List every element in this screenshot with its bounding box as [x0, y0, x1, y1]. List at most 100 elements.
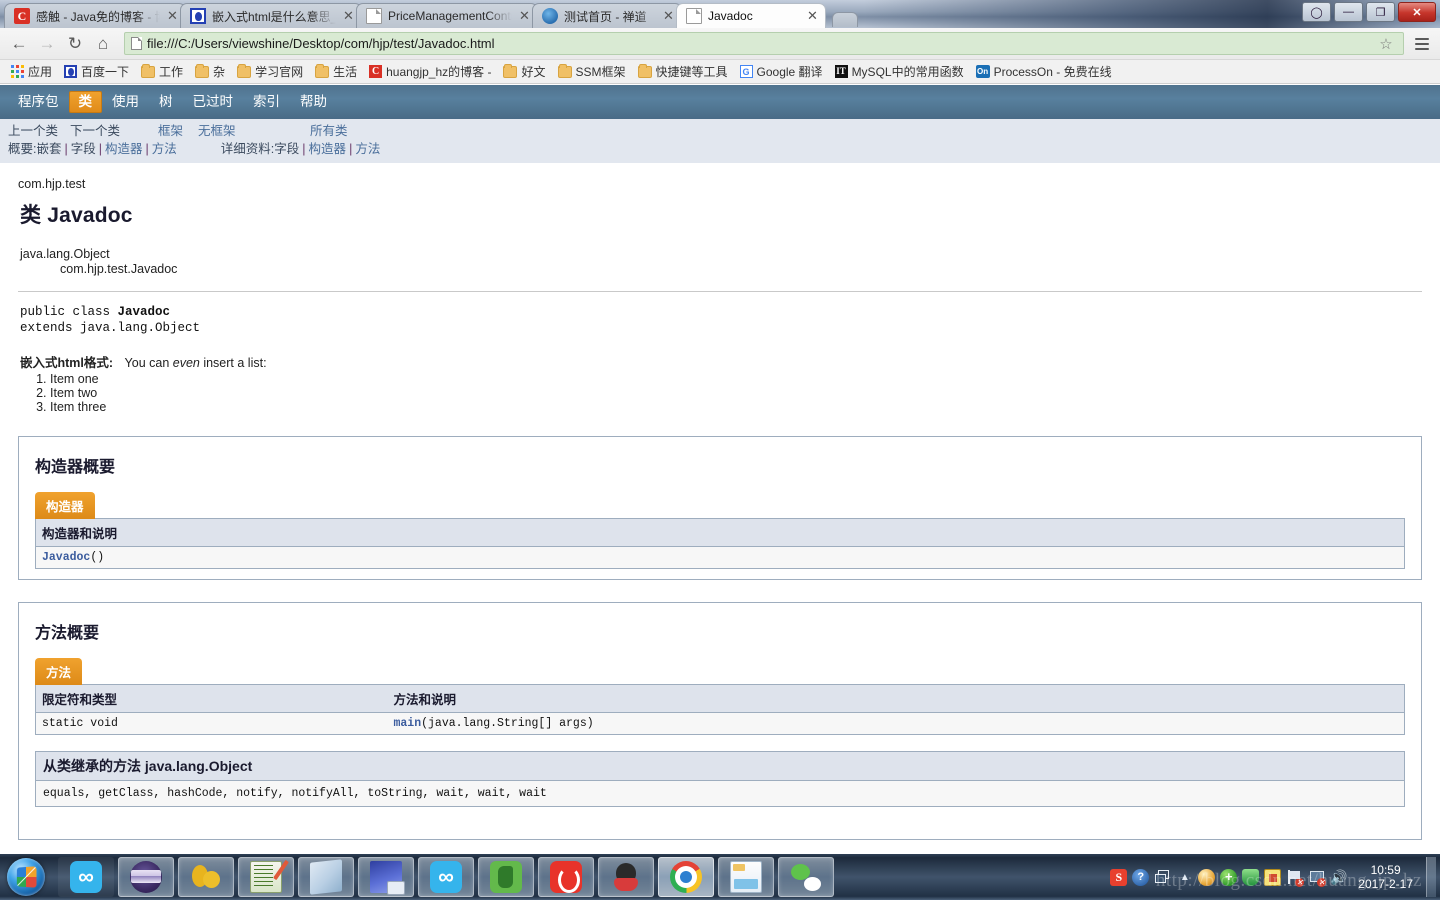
network-icon[interactable]: ✕: [1308, 869, 1327, 887]
flag-action-center-icon[interactable]: ✕: [1286, 869, 1305, 887]
new-tab-button[interactable]: [832, 12, 858, 27]
nav-item-deprecated[interactable]: 已过时: [183, 91, 244, 113]
bookmark-label: SSM框架: [575, 65, 626, 79]
bookmark-baidu[interactable]: 百度一下: [59, 61, 134, 82]
shield-icon[interactable]: [1242, 868, 1260, 886]
taskbar-item-remote-desktop[interactable]: [358, 857, 414, 897]
tab-close-icon[interactable]: ✕: [662, 9, 675, 23]
bookmark-google-translate[interactable]: G Google 翻译: [735, 61, 828, 82]
maximize-button[interactable]: ❐: [1366, 2, 1395, 22]
oracle-icon: [190, 861, 222, 893]
browser-tab-1[interactable]: C 感触 - Java免的博客 - 博 ✕: [4, 3, 186, 28]
reload-icon[interactable]: ↻: [62, 31, 88, 57]
summary-method-link[interactable]: 方法: [152, 140, 177, 158]
declaration-prefix: public class: [20, 305, 118, 319]
chrome-menu-icon[interactable]: [1412, 33, 1432, 55]
table-header-row: 限定符和类型 方法和说明: [35, 684, 1405, 713]
window-switch-icon[interactable]: [1154, 869, 1171, 886]
back-icon[interactable]: ←: [6, 31, 32, 57]
taskbar-item-evernote[interactable]: [478, 857, 534, 897]
method-link[interactable]: main: [394, 717, 422, 730]
volume-icon[interactable]: 🔊: [1330, 869, 1347, 886]
summary-constructor-link[interactable]: 构造器: [105, 140, 143, 158]
list-item: Item two: [50, 386, 1422, 400]
home-icon[interactable]: ⌂: [90, 31, 116, 57]
browser-tab-5-active[interactable]: Javadoc ✕: [676, 3, 826, 28]
browser-tab-2[interactable]: 嵌入式html是什么意思_百 ✕: [180, 3, 362, 28]
apps-grid-icon: [11, 65, 24, 78]
bookmark-mysql[interactable]: IT MySQL中的常用函数: [830, 61, 969, 82]
taskbar-item-baidu-netdisk[interactable]: [58, 857, 114, 897]
taskbar-item-qq[interactable]: [598, 857, 654, 897]
help-icon[interactable]: ?: [1132, 868, 1150, 886]
bookmark-folder-articles[interactable]: 好文: [498, 61, 550, 82]
bookmark-folder-life[interactable]: 生活: [310, 61, 362, 82]
bookmark-processon[interactable]: On ProcessOn - 免费在线: [971, 61, 1117, 82]
taskbar-item-oracle-vm[interactable]: [178, 857, 234, 897]
bookmark-folder-misc[interactable]: 杂: [190, 61, 230, 82]
address-bar[interactable]: file:///C:/Users/viewshine/Desktop/com/h…: [124, 32, 1404, 55]
detail-constructor-link[interactable]: 构造器: [309, 140, 347, 158]
tab-close-icon[interactable]: ✕: [166, 9, 179, 23]
cloud-icon: [70, 861, 102, 893]
no-frames-link[interactable]: 无框架: [198, 122, 310, 140]
show-desktop-button[interactable]: [1426, 857, 1436, 897]
nav-item-packages[interactable]: 程序包: [8, 91, 69, 113]
minimize-button[interactable]: —: [1334, 2, 1363, 22]
forward-icon[interactable]: →: [34, 31, 60, 57]
bookmark-csdn-blog[interactable]: C huangjp_hz的博客 -: [364, 61, 496, 82]
close-window-button[interactable]: ✕: [1398, 2, 1436, 22]
taskbar-item-wechat[interactable]: [778, 857, 834, 897]
taskbar-item-notebook[interactable]: [298, 857, 354, 897]
tab-method[interactable]: 方法: [35, 658, 83, 685]
bookmark-apps[interactable]: 应用: [6, 61, 57, 82]
subnav-row-links: 上一个类 下一个类 框架 无框架 所有类: [8, 122, 1432, 140]
separator: |: [302, 142, 306, 156]
taskbar-item-editor[interactable]: [238, 857, 294, 897]
taskbar-item-netease-music[interactable]: [538, 857, 594, 897]
bookmark-folder-ssm[interactable]: SSM框架: [553, 61, 631, 82]
all-classes-link[interactable]: 所有类: [310, 122, 348, 140]
nav-item-index[interactable]: 索引: [243, 91, 290, 113]
baidu-icon: [190, 8, 206, 24]
tab-close-icon[interactable]: ✕: [342, 9, 355, 23]
taskbar-item-chrome[interactable]: [658, 857, 714, 897]
tab-close-icon[interactable]: ✕: [806, 9, 819, 23]
taskbar-item-baidu-cloud[interactable]: [418, 857, 474, 897]
start-button[interactable]: [2, 855, 50, 899]
prev-class-link[interactable]: 上一个类: [8, 122, 70, 140]
detail-method-link[interactable]: 方法: [355, 140, 380, 158]
address-bar-url: file:///C:/Users/viewshine/Desktop/com/h…: [147, 36, 495, 51]
sogou-input-icon[interactable]: S: [1110, 868, 1128, 886]
browser-tab-4[interactable]: 测试首页 - 禅道 ✕: [532, 3, 682, 28]
tray-expand-icon[interactable]: ▲: [1176, 869, 1193, 886]
bookmark-folder-shortcuts[interactable]: 快捷键等工具: [633, 61, 733, 82]
bookmark-star-icon[interactable]: ☆: [1375, 33, 1397, 55]
constructor-link[interactable]: Javadoc: [42, 551, 90, 564]
frames-link[interactable]: 框架: [158, 122, 198, 140]
taskbar-clock[interactable]: 10:59 2017-2-17: [1352, 863, 1421, 891]
lock-icon[interactable]: [1264, 868, 1282, 886]
page-info-icon[interactable]: [131, 37, 142, 50]
wechat-icon: [790, 861, 822, 893]
update-icon[interactable]: +: [1220, 868, 1238, 886]
bookmark-folder-work[interactable]: 工作: [136, 61, 188, 82]
nav-item-use[interactable]: 使用: [102, 91, 149, 113]
section-title: 方法概要: [35, 625, 100, 642]
taskbar-item-file-explorer[interactable]: [718, 857, 774, 897]
nav-item-class[interactable]: 类: [68, 91, 102, 113]
taskbar-item-eclipse[interactable]: [118, 857, 174, 897]
bookmark-folder-study[interactable]: 学习官网: [232, 61, 308, 82]
user-profile-button[interactable]: ◯: [1302, 2, 1331, 22]
browser-tab-3[interactable]: PriceManagementContr ✕: [356, 3, 538, 28]
nav-item-help[interactable]: 帮助: [290, 91, 337, 113]
tab-close-icon[interactable]: ✕: [518, 9, 531, 23]
inherited-methods-list: equals, getClass, hashCode, notify, noti…: [36, 781, 1404, 806]
ball-icon[interactable]: [1198, 868, 1216, 886]
tab-constructor[interactable]: 构造器: [35, 492, 95, 519]
bookmark-label: huangjp_hz的博客 -: [386, 65, 492, 79]
next-class-link[interactable]: 下一个类: [70, 122, 158, 140]
mysql-icon: IT: [834, 65, 848, 78]
taskbar-items: [58, 857, 834, 897]
nav-item-tree[interactable]: 树: [149, 91, 183, 113]
